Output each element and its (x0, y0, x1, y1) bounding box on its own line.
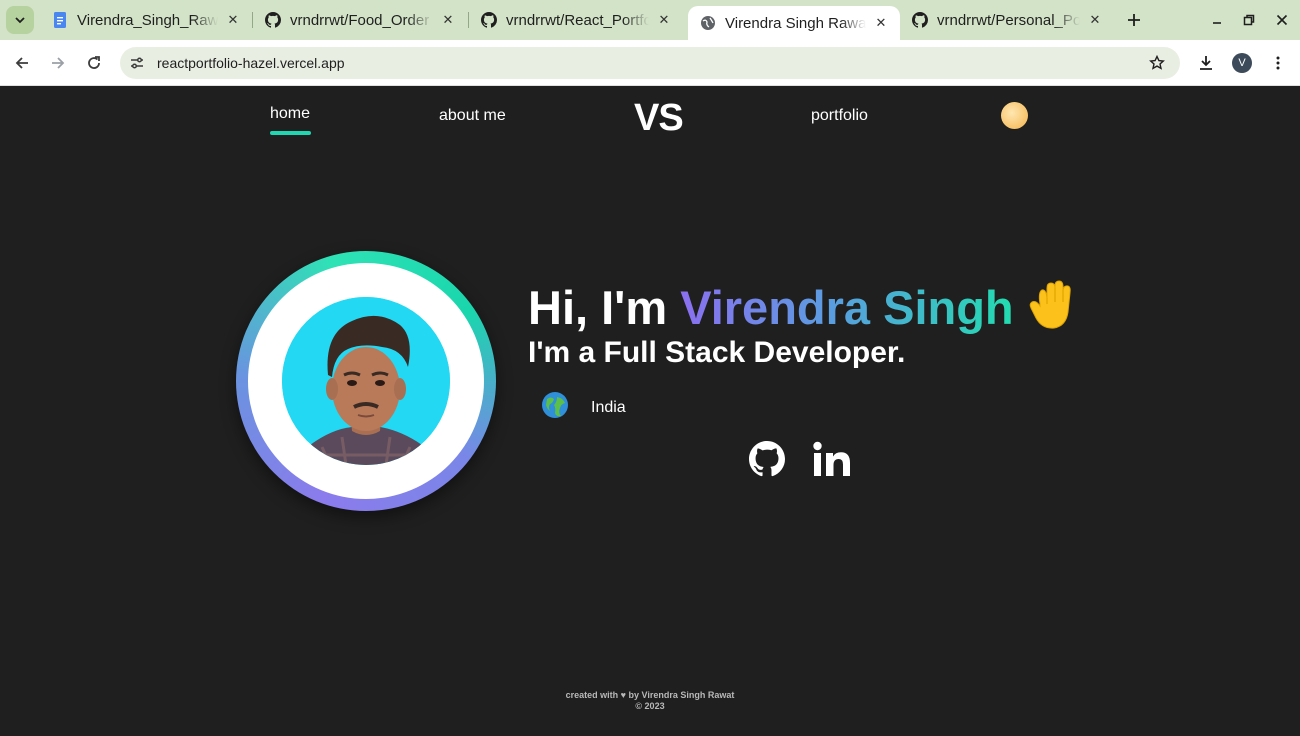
hero-greeting: Hi, I'm Virendra Singh (528, 280, 1076, 336)
close-icon (1276, 14, 1288, 26)
close-icon[interactable]: ✕ (439, 11, 457, 29)
site-settings-icon[interactable] (128, 54, 146, 72)
tab-react-portfolio[interactable]: vrndrrwt/React_Portfolio ✕ (469, 0, 683, 40)
hero-name: Virendra Singh (680, 281, 1014, 334)
tab-title: Virendra Singh Rawat (725, 14, 866, 32)
site-logo[interactable]: VS (634, 97, 684, 140)
tab-strip: Virendra_Singh_Rawat ✕ vrndrrwt/Food_Ord… (0, 0, 1300, 40)
reload-icon (88, 56, 100, 69)
tab-title: vrndrrwt/React_Portfolio (506, 11, 649, 29)
github-icon (265, 12, 281, 28)
menu-button[interactable] (1266, 51, 1290, 75)
profile-photo-border (248, 263, 484, 499)
globe-icon (542, 392, 568, 418)
github-icon (481, 12, 497, 28)
close-icon[interactable]: ✕ (872, 14, 890, 32)
tab-title: vrndrrwt/Food_Order (290, 11, 430, 29)
tab-search-button[interactable] (6, 6, 34, 34)
arrow-right-icon (52, 57, 65, 69)
kebab-menu-icon (1276, 56, 1280, 70)
footer-credit: created with ♥ by Virendra Singh Rawat (565, 690, 735, 700)
arrow-left-icon (15, 57, 28, 69)
downloads-button[interactable] (1194, 51, 1218, 75)
restore-button[interactable] (1237, 8, 1261, 32)
globe-icon (700, 15, 716, 31)
nav-home[interactable]: home (270, 105, 310, 123)
hero-subtitle: I'm a Full Stack Developer. (528, 336, 906, 369)
plus-icon (1128, 14, 1140, 26)
profile-photo (282, 297, 450, 465)
footer: created with ♥ by Virendra Singh Rawat ©… (0, 690, 1300, 712)
nav-about[interactable]: about me (439, 107, 506, 125)
tab-title: Virendra_Singh_Rawat (77, 11, 218, 29)
greeting-prefix: Hi, I'm (528, 281, 681, 334)
chevron-down-icon (15, 17, 25, 24)
tab-title: vrndrrwt/Personal_Portfolio (937, 11, 1080, 29)
minimize-button[interactable] (1205, 8, 1229, 32)
github-icon (912, 12, 928, 28)
address-bar[interactable]: reactportfolio-hazel.vercel.app (120, 47, 1180, 79)
location-text: India (591, 399, 626, 416)
tab-active-portfolio[interactable]: Virendra Singh Rawat ✕ (688, 6, 900, 40)
moon-icon[interactable] (1001, 102, 1028, 129)
close-icon[interactable]: ✕ (1086, 11, 1104, 29)
download-icon (1200, 56, 1212, 70)
portfolio-page: home about me VS portfolio Hi, I'm Viren… (0, 87, 1300, 736)
linkedin-link[interactable] (813, 439, 851, 479)
profile-avatar[interactable]: V (1232, 53, 1252, 73)
nav-portfolio[interactable]: portfolio (811, 107, 868, 125)
restore-icon (1243, 14, 1255, 26)
profile-photo-frame (236, 251, 496, 511)
github-icon (749, 441, 785, 477)
browser-toolbar: reactportfolio-hazel.vercel.app V (0, 40, 1300, 86)
nav-active-indicator (270, 131, 311, 135)
close-window-button[interactable] (1270, 8, 1294, 32)
close-icon[interactable]: ✕ (224, 11, 242, 29)
footer-copyright: © 2023 (635, 701, 665, 711)
waving-hand-icon (1029, 280, 1071, 329)
close-icon[interactable]: ✕ (655, 11, 673, 29)
linkedin-icon (813, 441, 850, 476)
new-tab-button[interactable] (1122, 8, 1146, 32)
bookmark-star-icon[interactable] (1148, 54, 1166, 72)
forward-button[interactable] (46, 51, 70, 75)
url-text[interactable]: reactportfolio-hazel.vercel.app (157, 55, 345, 71)
reload-button[interactable] (82, 51, 106, 75)
minimize-icon (1213, 22, 1221, 24)
back-button[interactable] (10, 51, 34, 75)
tab-personal-portfolio[interactable]: vrndrrwt/Personal_Portfolio ✕ (900, 0, 1114, 40)
github-link[interactable] (748, 439, 786, 479)
person-portrait (282, 297, 450, 465)
tab-food-order[interactable]: vrndrrwt/Food_Order ✕ (253, 0, 467, 40)
google-docs-icon (52, 12, 68, 28)
tab-resume[interactable]: Virendra_Singh_Rawat ✕ (40, 0, 252, 40)
